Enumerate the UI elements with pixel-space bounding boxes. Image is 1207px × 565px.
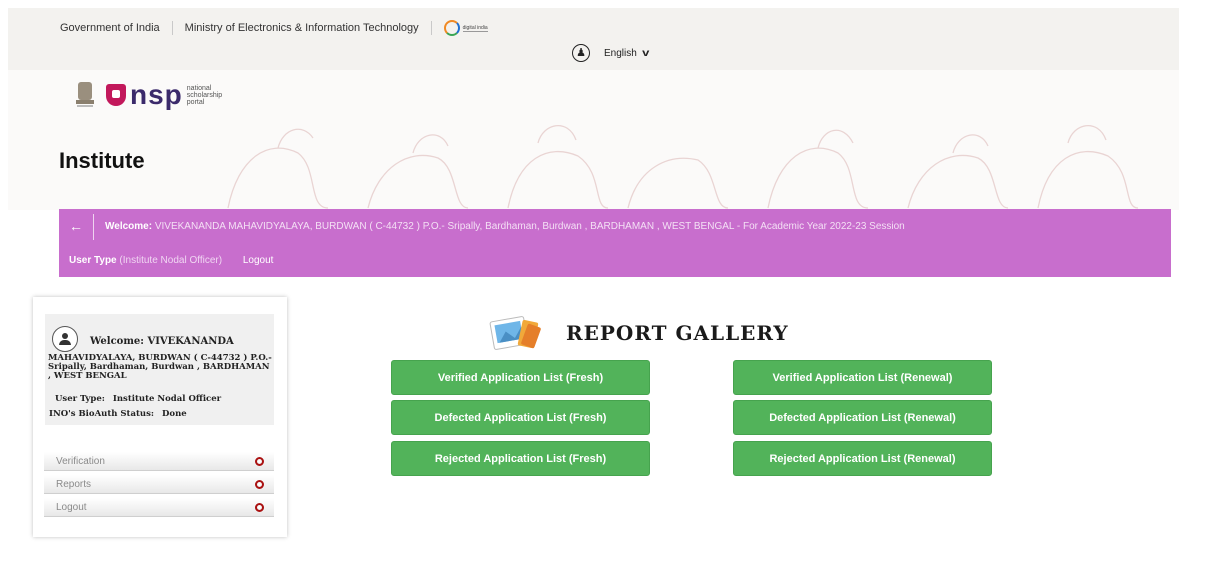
sidebar-welcome: Welcome: VIVEKANANDA [90, 336, 234, 347]
divider [93, 214, 94, 240]
verified-renewal-button[interactable]: Verified Application List (Renewal) [733, 360, 992, 395]
expand-icon[interactable] [255, 479, 264, 489]
bioauth-value: Done [162, 409, 187, 419]
sidebar-item-logout[interactable]: Logout [44, 498, 274, 517]
bioauth-label: INO's BioAuth Status: [49, 409, 155, 419]
government-top-bar: Government of India Ministry of Electron… [8, 8, 1179, 70]
language-selector[interactable]: English v [604, 47, 650, 59]
nsp-logo-subtitle: national scholarship portal [186, 84, 223, 106]
user-type-value: (Institute Nodal Officer) [119, 255, 223, 266]
logout-link[interactable]: Logout [243, 255, 274, 266]
rejected-renewal-button[interactable]: Rejected Application List (Renewal) [733, 441, 992, 476]
nsp-shield-icon [106, 84, 126, 106]
language-row: ♟ English v [572, 44, 650, 62]
defected-renewal-button[interactable]: Defected Application List (Renewal) [733, 400, 992, 435]
gallery-photos-icon [484, 311, 548, 355]
sidebar: Welcome: VIVEKANANDA MAHAVIDYALAYA, BURD… [33, 297, 287, 537]
expand-icon[interactable] [255, 502, 264, 512]
header-banner: nsp national scholarship portal [8, 70, 1179, 210]
sidebar-item-reports[interactable]: Reports [44, 475, 274, 494]
user-type-label: User Type [69, 255, 117, 266]
nsp-logo-text: nsp [130, 79, 183, 110]
user-icon [59, 333, 71, 345]
report-gallery-title: REPORT GALLERY [566, 321, 789, 345]
welcome-label: Welcome: [105, 221, 153, 232]
user-type-label: User Type: [55, 394, 105, 404]
meity-link[interactable]: Ministry of Electronics & Information Te… [185, 22, 419, 34]
accessibility-icon[interactable]: ♟ [572, 44, 590, 62]
user-type-value: Institute Nodal Officer [112, 394, 222, 404]
welcome-text: VIVEKANANDA MAHAVIDYALAYA, BURDWAN ( C-4… [154, 221, 905, 232]
back-arrow-icon[interactable]: ← [69, 218, 83, 234]
sidebar-menu: Verification Reports Logout [44, 452, 274, 521]
sidebar-institute: MAHAVIDYALAYA, BURDWAN ( C-44732 ) P.O.-… [48, 353, 272, 381]
banner-sketch-illustration [227, 124, 1139, 209]
digital-india-text: digital india [462, 24, 488, 32]
nsp-logo-row[interactable]: nsp national scholarship portal [74, 78, 227, 112]
user-type-line: User Type (Institute Nodal Officer) Logo… [69, 255, 273, 266]
national-emblem-icon [74, 78, 96, 112]
avatar [52, 326, 78, 352]
welcome-line: Welcome: VIVEKANANDA MAHAVIDYALAYA, BURD… [105, 221, 905, 232]
page-title: Institute [59, 148, 145, 173]
user-card: Welcome: VIVEKANANDA MAHAVIDYALAYA, BURD… [45, 314, 274, 425]
language-label: English [604, 47, 637, 59]
digital-india-swirl-icon [443, 20, 460, 36]
defected-fresh-button[interactable]: Defected Application List (Fresh) [391, 400, 650, 435]
welcome-bar: ← Welcome: VIVEKANANDA MAHAVIDYALAYA, BU… [59, 209, 1171, 277]
nsp-logo: nsp national scholarship portal [106, 81, 227, 109]
digital-india-logo[interactable]: digital india [443, 20, 488, 36]
expand-icon[interactable] [255, 456, 264, 466]
gov-links: Government of India Ministry of Electron… [60, 20, 488, 36]
sidebar-user-type: User Type: Institute Nodal Officer [55, 394, 221, 404]
government-of-india-link[interactable]: Government of India [60, 22, 160, 34]
sidebar-bioauth: INO's BioAuth Status: Done [49, 409, 187, 419]
rejected-fresh-button[interactable]: Rejected Application List (Fresh) [391, 441, 650, 476]
sidebar-item-label: Reports [56, 478, 92, 490]
chevron-down-icon: v [641, 47, 650, 59]
sidebar-item-label: Verification [56, 455, 105, 467]
sidebar-item-label: Logout [56, 501, 87, 513]
divider [430, 21, 432, 35]
divider [171, 21, 173, 35]
verified-fresh-button[interactable]: Verified Application List (Fresh) [391, 360, 650, 395]
report-gallery-header: REPORT GALLERY [484, 311, 789, 355]
sidebar-item-verification[interactable]: Verification [44, 452, 274, 471]
